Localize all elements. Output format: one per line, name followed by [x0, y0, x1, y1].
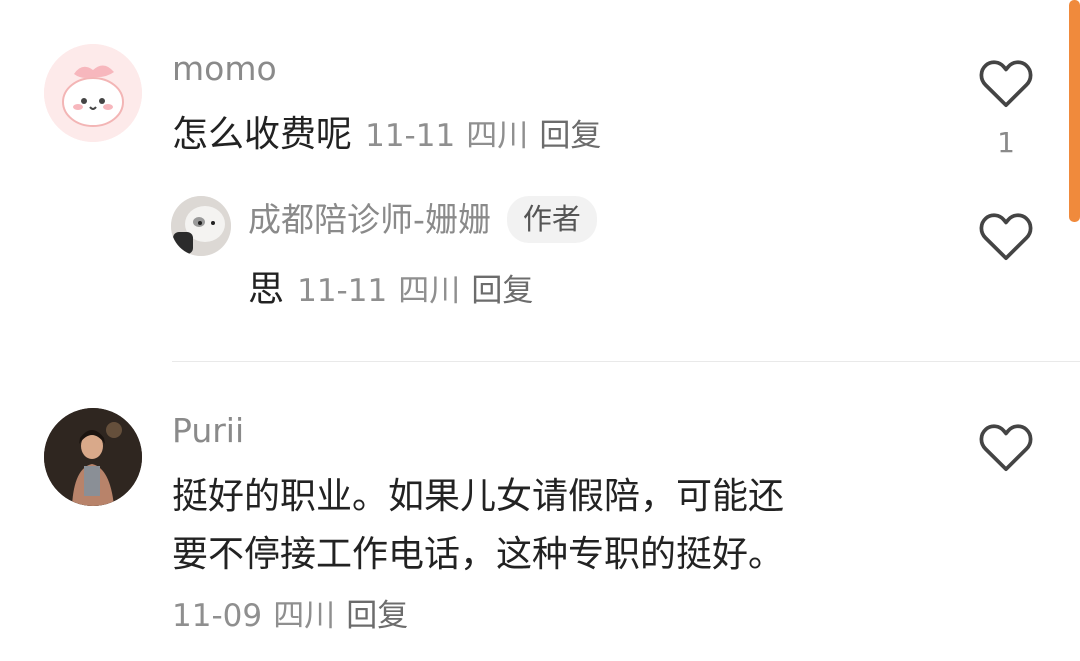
like-button[interactable] [978, 210, 1034, 266]
like-button[interactable] [978, 421, 1034, 477]
comment-username[interactable]: Purii [172, 414, 244, 447]
avatar-purii[interactable] [44, 408, 142, 506]
comment-location: 四川 [273, 598, 336, 634]
comment-date: 11-11 [365, 118, 456, 154]
reply-body: 思 11-11 四川 回复 [248, 265, 533, 312]
comment-text: 怎么收费呢 [172, 114, 353, 155]
avatar-momo[interactable] [44, 44, 142, 142]
comment-username[interactable]: momo [172, 52, 277, 85]
comment-text-line: 要不停接工作电话，这种专职的挺好。 [172, 534, 785, 575]
heart-outline-icon [979, 424, 1033, 472]
author-badge: 作者 [506, 196, 597, 243]
reply-date: 11-11 [297, 273, 388, 309]
scrollbar-thumb[interactable] [1069, 0, 1080, 222]
reply-location: 四川 [398, 273, 461, 309]
reply-button[interactable]: 回复 [539, 118, 601, 154]
heart-outline-icon [979, 213, 1033, 261]
comment-text-line: 挺好的职业。如果儿女请假陪，可能还 [172, 476, 785, 517]
reply-username[interactable]: 成都陪诊师-姗姗 [248, 203, 491, 236]
reply-button[interactable]: 回复 [346, 598, 408, 634]
comment-divider [172, 361, 1080, 362]
like-button[interactable] [978, 57, 1034, 113]
reply-text: 思 [248, 269, 285, 310]
like-count: 1 [997, 126, 1015, 159]
heart-outline-icon [979, 60, 1033, 108]
comment-body: 怎么收费呢 11-11 四川 回复 [172, 110, 601, 157]
reply-button[interactable]: 回复 [471, 273, 533, 309]
reply-header: 成都陪诊师-姗姗 作者 [248, 196, 597, 243]
comment-meta: 11-09 四川 回复 [172, 590, 408, 635]
avatar-author[interactable] [171, 196, 231, 256]
comment-date: 11-09 [172, 598, 263, 634]
comment-location: 四川 [466, 118, 529, 154]
